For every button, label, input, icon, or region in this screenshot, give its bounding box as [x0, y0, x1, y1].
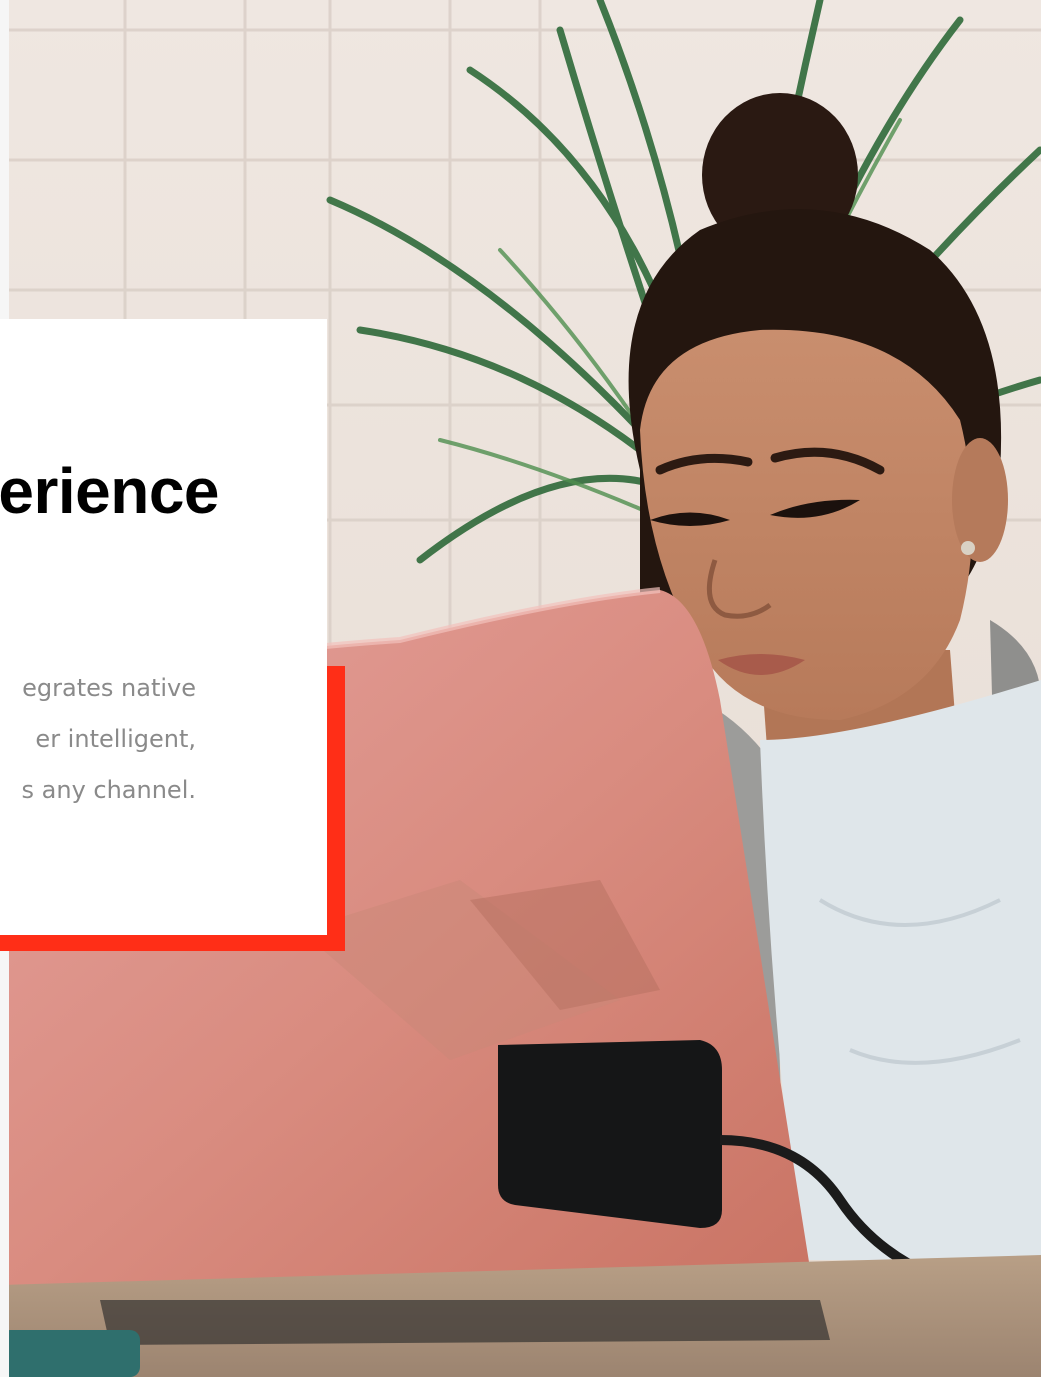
hero-description-line: s any channel. — [21, 776, 196, 804]
hero-section: erience egrates native er intelligent, s… — [0, 0, 1041, 1377]
hero-description: egrates native er intelligent, s any cha… — [22, 663, 196, 816]
hero-description-line: egrates native — [22, 674, 196, 702]
hero-card: erience egrates native er intelligent, s… — [0, 319, 327, 935]
hero-heading: erience — [0, 455, 219, 527]
hero-description-line: er intelligent, — [35, 725, 196, 753]
